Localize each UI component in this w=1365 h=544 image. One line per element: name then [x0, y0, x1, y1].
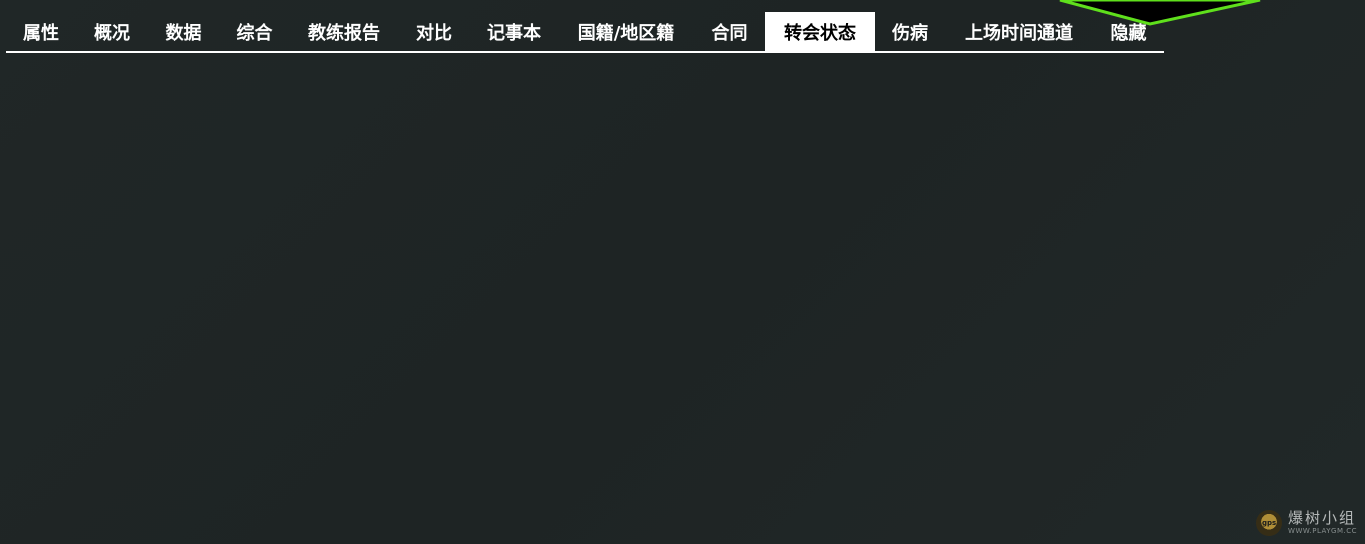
tab-coach-report[interactable]: 教练报告 [290, 12, 398, 51]
tab-bar: 属性 概况 数据 综合 教练报告 对比 记事本 国籍/地区籍 合同 转会状态 伤… [6, 12, 1164, 53]
watermark-text-block: 爆树小组 WWW.PLAYGM.CC [1288, 511, 1357, 535]
tab-notebook[interactable]: 记事本 [470, 12, 558, 51]
watermark-text: 爆树小组 [1288, 509, 1357, 527]
tab-hidden[interactable]: 隐藏 [1093, 12, 1164, 51]
tab-attributes[interactable]: 属性 [6, 12, 76, 51]
tab-nationality[interactable]: 国籍/地区籍 [558, 12, 694, 51]
tab-summary[interactable]: 综合 [219, 12, 290, 51]
tab-playing-time[interactable]: 上场时间通道 [945, 12, 1093, 51]
tab-injuries[interactable]: 伤病 [875, 12, 945, 51]
tab-compare[interactable]: 对比 [398, 12, 470, 51]
watermark: gps 爆树小组 WWW.PLAYGM.CC [1256, 510, 1357, 536]
screen: 属性 概况 数据 综合 教练报告 对比 记事本 国籍/地区籍 合同 转会状态 伤… [0, 0, 1365, 544]
tab-contract[interactable]: 合同 [694, 12, 765, 51]
watermark-url: WWW.PLAYGM.CC [1288, 527, 1357, 535]
tab-stats[interactable]: 数据 [148, 12, 219, 51]
tab-transfer-status[interactable]: 转会状态 [765, 12, 875, 51]
watermark-logo-icon: gps [1256, 510, 1283, 536]
tab-overview[interactable]: 概况 [76, 12, 148, 51]
